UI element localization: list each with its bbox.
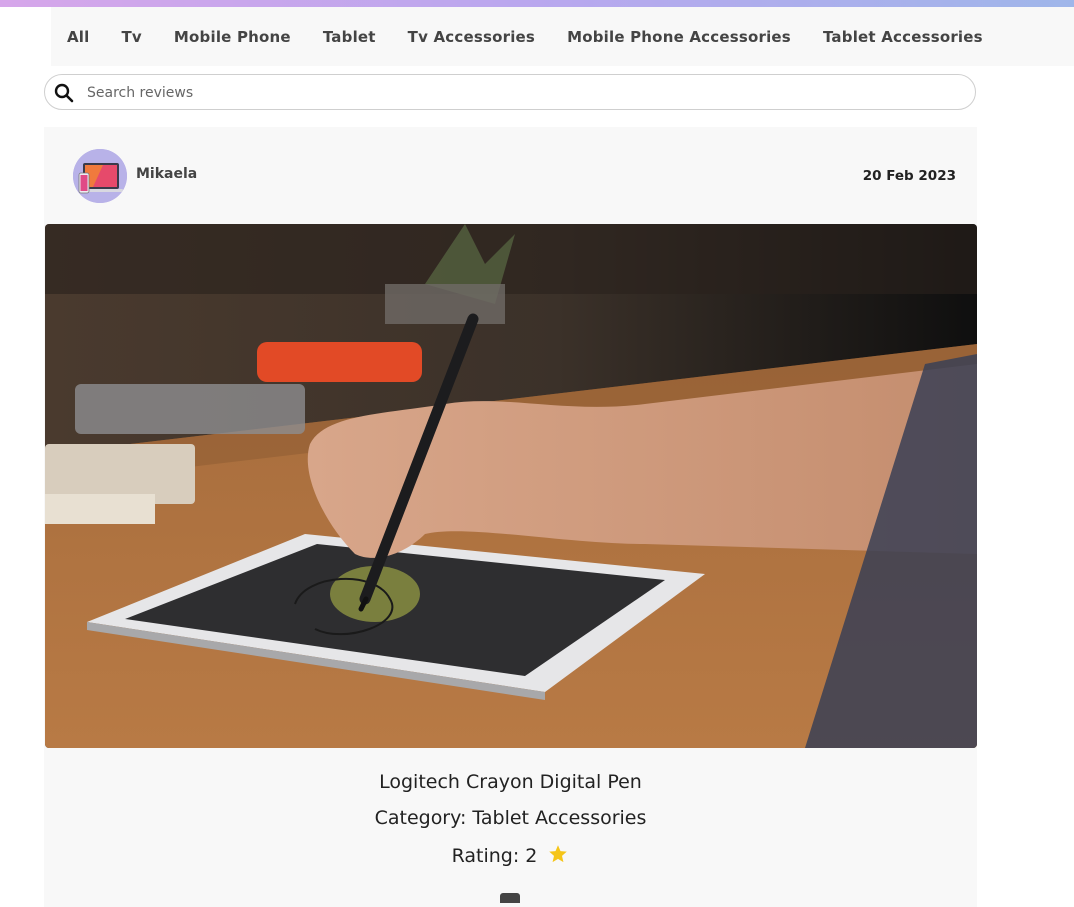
nav-item-tablet-accessories[interactable]: Tablet Accessories — [823, 28, 983, 46]
nav-item-all[interactable]: All — [67, 28, 90, 46]
search-bar — [44, 74, 976, 110]
author-name[interactable]: Mikaela — [136, 166, 197, 182]
search-icon[interactable] — [54, 83, 74, 103]
product-title[interactable]: Logitech Crayon Digital Pen — [44, 771, 977, 793]
review-image — [45, 224, 977, 748]
comment-icon[interactable] — [500, 893, 520, 903]
review-card: Mikaela 20 Feb 2023 Logitech Crayon Digi… — [44, 127, 977, 907]
nav-item-tv-accessories[interactable]: Tv Accessories — [408, 28, 535, 46]
avatar[interactable] — [73, 149, 127, 203]
review-header: Mikaela 20 Feb 2023 — [44, 127, 977, 224]
review-date: 20 Feb 2023 — [862, 168, 956, 184]
nav-item-tablet[interactable]: Tablet — [323, 28, 376, 46]
search-input[interactable] — [85, 79, 959, 107]
category-nav: All Tv Mobile Phone Tablet Tv Accessorie… — [51, 7, 1074, 66]
top-accent-bar — [0, 0, 1074, 7]
nav-item-mobile-phone-accessories[interactable]: Mobile Phone Accessories — [567, 28, 791, 46]
rating-text: Rating: 2 — [451, 845, 538, 867]
star-icon — [549, 845, 568, 863]
product-rating: Rating: 2 — [44, 844, 977, 867]
nav-item-mobile-phone[interactable]: Mobile Phone — [174, 28, 291, 46]
product-category: Category: Tablet Accessories — [374, 807, 647, 829]
nav-item-tv[interactable]: Tv — [122, 28, 142, 46]
